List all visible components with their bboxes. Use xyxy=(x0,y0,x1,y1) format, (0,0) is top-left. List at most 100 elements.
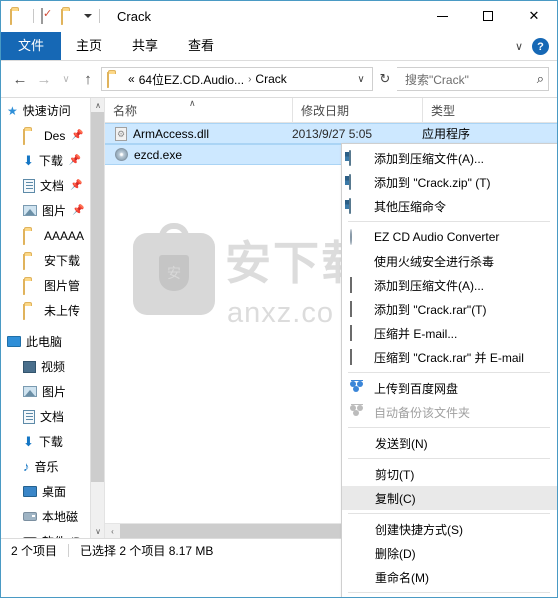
sidebar-item-pictures[interactable]: 图片 📌 xyxy=(1,198,91,223)
menu-item-cut[interactable]: 剪切(T) xyxy=(342,462,557,486)
menu-item-label: 添加到压缩文件(A)... xyxy=(374,278,484,293)
sidebar-item-desktop-pc[interactable]: 桌面 xyxy=(1,479,91,504)
local-disk-icon xyxy=(23,512,37,521)
column-label: 名称 xyxy=(113,103,138,118)
menu-item-upload-to-baidu-netdisk[interactable]: 上传到百度网盘 xyxy=(342,376,557,400)
sidebar-item-label: 图片 xyxy=(42,385,67,399)
column-header-type[interactable]: 类型 xyxy=(422,98,557,123)
menu-item-label: 添加到压缩文件(A)... xyxy=(374,151,484,166)
chevron-down-icon[interactable] xyxy=(84,14,92,18)
file-type-cell: 应用程序 xyxy=(422,127,471,141)
table-row[interactable]: ArmAccess.dll 2013/9/27 5:05 应用程序 xyxy=(105,123,557,144)
zip-icon xyxy=(349,150,366,166)
sidebar-item-picture-manager[interactable]: 图片管 xyxy=(1,273,91,298)
menu-item-rename[interactable]: 重命名(M) xyxy=(342,565,557,589)
status-divider xyxy=(68,544,70,557)
sidebar-item-documents-pc[interactable]: 文档 xyxy=(1,404,91,429)
picture-icon xyxy=(23,205,37,216)
sidebar-item-aaaaa[interactable]: AAAAA xyxy=(1,223,91,248)
sidebar-item-label: 文档 xyxy=(40,179,65,193)
menu-item-add-to-crack-rar[interactable]: 添加到 "Crack.rar"(T) xyxy=(342,297,557,321)
download-icon: ⬇ xyxy=(23,433,34,449)
menu-item-compress-and-email[interactable]: 压缩并 E-mail... xyxy=(342,321,557,345)
help-icon[interactable]: ? xyxy=(532,38,549,55)
sidebar-item-this-pc[interactable]: 此电脑 xyxy=(1,329,91,354)
breadcrumb-separator[interactable]: › xyxy=(248,74,251,85)
address-input[interactable]: « 64位EZ.CD.Audio... › Crack ∨ xyxy=(101,67,373,91)
expand-ribbon-icon[interactable]: ∨ xyxy=(515,40,523,53)
folder-icon xyxy=(23,303,39,320)
sidebar-item-videos[interactable]: 视频 xyxy=(1,354,91,379)
close-button[interactable]: ✕ xyxy=(511,1,557,31)
properties-icon[interactable] xyxy=(41,8,57,24)
file-date-cell: 2013/9/27 5:05 xyxy=(292,126,373,141)
menu-item-scan-with-huorong[interactable]: 使用火绒安全进行杀毒 xyxy=(342,249,557,273)
new-folder-icon[interactable] xyxy=(61,8,77,25)
pin-icon: 📌 xyxy=(70,180,83,191)
sidebar-item-label: 音乐 xyxy=(34,460,59,474)
address-dropdown-icon[interactable]: ∨ xyxy=(352,74,370,85)
menu-item-ez-cd-audio-converter[interactable]: EZ CD Audio Converter xyxy=(342,225,557,249)
menu-item-copy[interactable]: 复制(C) xyxy=(342,486,557,510)
navigation-scrollbar[interactable]: ∧ ∨ xyxy=(90,98,104,538)
sidebar-item-software-drive[interactable]: 软件 (D xyxy=(1,529,91,538)
menu-item-create-shortcut[interactable]: 创建快捷方式(S) xyxy=(342,517,557,541)
breadcrumb-item-current[interactable]: Crack xyxy=(255,72,286,86)
sidebar-item-label: 本地磁 xyxy=(42,510,79,524)
menu-item-add-to-archive-zip[interactable]: 添加到压缩文件(A)... xyxy=(342,146,557,170)
sidebar-item-downloads-pc[interactable]: ⬇ 下载 xyxy=(1,429,91,454)
menu-item-add-to-archive-rar[interactable]: 添加到压缩文件(A)... xyxy=(342,273,557,297)
menu-item-compress-to-crack-rar-and-email[interactable]: 压缩到 "Crack.rar" 并 E-mail xyxy=(342,345,557,369)
forward-button[interactable]: → xyxy=(33,67,55,91)
sidebar-item-not-uploaded[interactable]: 未上传 xyxy=(1,298,91,323)
search-placeholder: 搜索"Crack" xyxy=(405,72,469,87)
sidebar-item-desktop[interactable]: Des 📌 xyxy=(1,123,91,148)
tab-view[interactable]: 查看 xyxy=(173,33,229,60)
scroll-up-icon[interactable]: ∧ xyxy=(91,98,104,112)
rar-icon xyxy=(349,301,366,317)
disk-icon xyxy=(23,537,37,538)
pin-icon: 📌 xyxy=(68,155,82,166)
menu-item-other-archive-commands[interactable]: 其他压缩命令 xyxy=(342,194,557,218)
sidebar-item-pictures-pc[interactable]: 图片 xyxy=(1,379,91,404)
tab-home[interactable]: 主页 xyxy=(61,33,117,60)
menu-item-label: 发送到(N) xyxy=(375,436,428,451)
column-header-name[interactable]: 名称 ∧ xyxy=(105,98,292,123)
breadcrumb-overflow[interactable]: « xyxy=(128,72,135,86)
folder-icon[interactable] xyxy=(10,8,26,25)
download-icon: ⬇ xyxy=(23,152,34,168)
sidebar-item-label: 下载 xyxy=(38,435,63,449)
recent-locations-button[interactable]: ∨ xyxy=(57,67,75,91)
back-button[interactable]: ← xyxy=(9,67,31,91)
menu-item-label: 剪切(T) xyxy=(375,467,415,482)
document-icon xyxy=(23,409,35,424)
sidebar-item-documents[interactable]: 文档 📌 xyxy=(1,173,91,198)
search-input[interactable]: 搜索"Crack" ⌕ xyxy=(397,67,549,91)
sidebar-item-music[interactable]: ♪ 音乐 xyxy=(1,454,91,479)
minimize-button[interactable] xyxy=(419,1,465,31)
music-icon: ♪ xyxy=(23,459,30,474)
breadcrumb-item-parent[interactable]: 64位EZ.CD.Audio... xyxy=(139,71,244,88)
sidebar-item-local-disk[interactable]: 本地磁 xyxy=(1,504,91,529)
tab-file[interactable]: 文件 xyxy=(1,32,62,60)
tab-share[interactable]: 共享 xyxy=(117,33,173,60)
folder-icon xyxy=(23,228,39,245)
scroll-down-icon[interactable]: ∨ xyxy=(91,524,104,538)
maximize-button[interactable] xyxy=(465,1,511,31)
column-header-date[interactable]: 修改日期 xyxy=(292,98,422,123)
refresh-button[interactable]: ↻ xyxy=(375,71,395,87)
sidebar-item-anxiazai[interactable]: 安下载 xyxy=(1,248,91,273)
sidebar-item-downloads[interactable]: ⬇ 下载 📌 xyxy=(1,148,91,173)
sidebar-item-label: 下载 xyxy=(38,154,63,168)
rar-icon xyxy=(349,277,366,293)
scrollbar-thumb[interactable] xyxy=(91,112,104,482)
menu-item-delete[interactable]: 删除(D) xyxy=(342,541,557,565)
menu-item-send-to[interactable]: 发送到(N) xyxy=(342,431,557,455)
search-icon[interactable]: ⌕ xyxy=(537,71,544,87)
scroll-left-icon[interactable]: ‹ xyxy=(105,527,120,536)
sidebar-item-quick-access[interactable]: ★ 快速访问 xyxy=(1,98,91,123)
menu-item-add-to-crack-zip[interactable]: 添加到 "Crack.zip" (T) xyxy=(342,170,557,194)
menu-item-label: 压缩并 E-mail... xyxy=(374,326,458,341)
desktop-icon xyxy=(23,486,37,497)
up-button[interactable]: ↑ xyxy=(77,67,99,91)
